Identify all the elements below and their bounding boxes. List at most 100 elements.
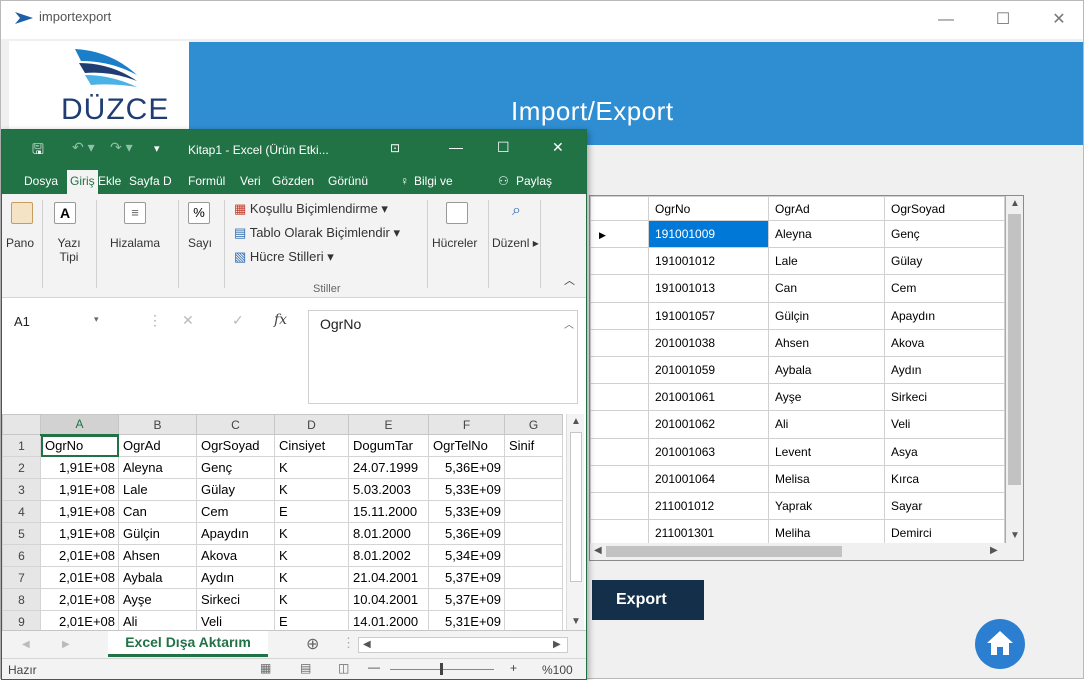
next-sheet-icon[interactable]: ▶ [62, 639, 70, 650]
cell-ogrsoyad[interactable]: Sayar [884, 491, 1005, 521]
cell[interactable]: OgrNo [40, 434, 119, 457]
row-number[interactable]: 3 [2, 478, 41, 501]
cell-ogrsoyad[interactable]: Veli [884, 410, 1005, 439]
cell[interactable]: Sinif [504, 434, 563, 457]
ribbon-duzenle[interactable]: Düzenl ▸ [492, 236, 539, 250]
cell[interactable]: DogumTar [348, 434, 429, 457]
cell[interactable]: 5,33E+09 [428, 478, 505, 501]
row-number[interactable]: 6 [2, 544, 41, 567]
cell[interactable] [504, 522, 563, 545]
cell-ogrsoyad[interactable]: Aydın [884, 355, 1005, 385]
name-box-dropdown-icon[interactable]: ▾ [94, 314, 99, 325]
ribbon-sayi[interactable]: Sayı [188, 236, 212, 250]
table-row[interactable]: 201001063 Levent Asya [590, 437, 1005, 466]
excel-minimize-button[interactable]: — [449, 139, 463, 155]
column-header[interactable]: C [196, 414, 275, 435]
cell[interactable]: 2,01E+08 [40, 544, 119, 567]
cell[interactable]: 5,34E+09 [428, 544, 505, 567]
cell[interactable]: Aybala [118, 566, 197, 589]
tab-dosya[interactable]: Dosya [24, 174, 58, 188]
cell-ograd[interactable]: Lale [768, 247, 885, 276]
cell[interactable]: 1,91E+08 [40, 456, 119, 479]
cell[interactable]: Gülçin [118, 522, 197, 545]
zoom-slider-thumb[interactable] [440, 663, 443, 675]
cell-ogrno[interactable]: 201001064 [648, 464, 769, 493]
cell-ogrsoyad[interactable]: Kırca [884, 464, 1005, 493]
cell-ogrno[interactable]: 191001012 [648, 247, 769, 276]
cell[interactable]: Cem [196, 500, 275, 523]
minimize-button[interactable]: — [926, 7, 966, 33]
cell[interactable]: Cinsiyet [274, 434, 349, 457]
cell[interactable]: 5,37E+09 [428, 566, 505, 589]
column-header[interactable]: B [118, 414, 197, 435]
ribbon-display-icon[interactable]: ⊡ [390, 141, 400, 155]
alignment-icon[interactable]: ≡ [124, 202, 146, 224]
font-icon[interactable]: A [54, 202, 76, 224]
cell[interactable]: Ahsen [118, 544, 197, 567]
ribbon-yazi-tipi[interactable]: Yazı Tipi [52, 236, 86, 264]
cell[interactable]: 5,33E+09 [428, 500, 505, 523]
row-header[interactable] [590, 247, 649, 276]
cell-ograd[interactable]: Ali [768, 410, 885, 439]
page-layout-view-icon[interactable]: ▤ [300, 661, 311, 675]
cell[interactable]: Lale [118, 478, 197, 501]
table-row[interactable]: ▶ 191001009 Aleyna Genç [590, 219, 1005, 249]
clipboard-icon[interactable] [11, 202, 33, 224]
column-header-ogrsoyad[interactable]: OgrSoyad [884, 196, 1005, 221]
sheet-scroll-right-icon[interactable]: ▶ [553, 639, 561, 650]
sheet-horizontal-scrollbar[interactable]: ◀ ▶ [358, 637, 568, 653]
cell-ogrno[interactable]: 191001057 [648, 301, 769, 330]
row-header[interactable] [590, 328, 649, 357]
sheet-tab-excel-disa-aktarim[interactable]: Excel Dışa Aktarım [108, 631, 268, 657]
table-row[interactable]: 201001061 Ayşe Sirkeci [590, 383, 1005, 412]
cell-ograd[interactable]: Can [768, 274, 885, 303]
excel-maximize-button[interactable]: ☐ [497, 139, 510, 156]
cell[interactable]: 1,91E+08 [40, 478, 119, 501]
sheet-scroll-left-icon[interactable]: ◀ [363, 639, 371, 650]
cell[interactable]: Aydın [196, 566, 275, 589]
cell-ogrsoyad[interactable]: Asya [884, 437, 1005, 466]
tab-formul[interactable]: Formül [188, 174, 225, 188]
row-header[interactable] [590, 355, 649, 385]
cell[interactable]: 8.01.2000 [348, 522, 429, 545]
cell[interactable]: K [274, 544, 349, 567]
tab-gozden-gecir[interactable]: Gözden [272, 174, 314, 188]
scroll-right-icon[interactable]: ▶ [990, 545, 998, 556]
number-format-icon[interactable]: % [188, 202, 210, 224]
share-button[interactable]: Paylaş [516, 174, 552, 188]
insert-function-icon[interactable]: fx [274, 312, 287, 328]
collapse-ribbon-icon[interactable]: ︿ [564, 274, 575, 288]
name-box[interactable]: A1 ▾ [8, 312, 138, 334]
cell[interactable]: 1,91E+08 [40, 522, 119, 545]
column-header[interactable]: F [428, 414, 505, 435]
share-icon[interactable]: ⚇ [498, 174, 509, 188]
prev-sheet-icon[interactable]: ◀ [22, 639, 30, 650]
column-header[interactable]: D [274, 414, 349, 435]
cell-ograd[interactable]: Gülçin [768, 301, 885, 330]
table-row[interactable]: 191001013 Can Cem [590, 274, 1005, 303]
zoom-out-icon[interactable]: — [368, 660, 380, 674]
vertical-scroll-thumb[interactable] [1008, 214, 1021, 485]
column-header[interactable]: G [504, 414, 563, 435]
cell[interactable]: 5,37E+09 [428, 588, 505, 611]
row-number[interactable]: 1 [2, 434, 41, 457]
home-button[interactable] [975, 619, 1025, 669]
add-sheet-icon[interactable]: ⊕ [306, 634, 319, 654]
cell[interactable]: K [274, 478, 349, 501]
cell-styles-button[interactable]: ▧ Hücre Stilleri ▾ [234, 250, 334, 264]
cell[interactable] [504, 478, 563, 501]
cell[interactable]: K [274, 522, 349, 545]
cell-ogrno[interactable]: 201001063 [648, 437, 769, 466]
row-number[interactable]: 8 [2, 588, 41, 611]
cell-ogrsoyad[interactable]: Cem [884, 274, 1005, 303]
cell[interactable]: K [274, 588, 349, 611]
tab-veri[interactable]: Veri [240, 174, 261, 188]
find-icon[interactable]: ⌕ [512, 202, 534, 224]
cell-ograd[interactable]: Ahsen [768, 328, 885, 357]
cell[interactable]: OgrAd [118, 434, 197, 457]
excel-window[interactable]: 🖫 ↶ ▾ ↷ ▾ ▾ Kitap1 - Excel (Ürün Etki...… [1, 129, 587, 680]
row-number[interactable]: 2 [2, 456, 41, 479]
horizontal-scrollbar[interactable]: ◀ ▶ [590, 543, 1006, 560]
zoom-level[interactable]: %100 [542, 663, 573, 677]
cell[interactable]: E [274, 500, 349, 523]
